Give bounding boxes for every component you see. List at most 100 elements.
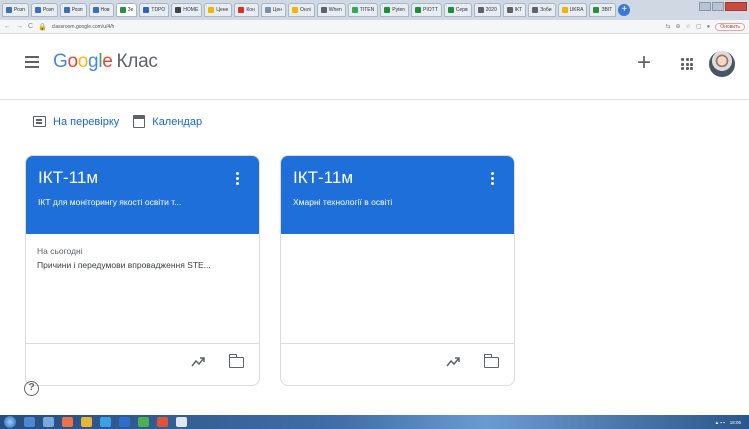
- media-icon[interactable]: [62, 417, 73, 427]
- tab-label: Розп: [42, 7, 54, 13]
- address-bar: ← → C 🔒 classroom.google.com/u/4/h ⇆ ⊕ ☆…: [0, 20, 749, 34]
- browser-tab[interactable]: When: [316, 3, 346, 17]
- lock-icon: 🔒: [38, 23, 47, 31]
- start-button[interactable]: [4, 416, 16, 428]
- browser-tab[interactable]: Онлі: [288, 3, 315, 17]
- folder-icon[interactable]: [483, 354, 499, 368]
- class-card-body: На сьогодні Причини і передумови впровад…: [26, 234, 259, 344]
- browser-tab[interactable]: Нов: [88, 3, 114, 17]
- trending-icon[interactable]: [191, 356, 205, 368]
- class-section: ІКТ для моніторингу якості освіти т...: [38, 197, 182, 207]
- calendar-link[interactable]: Календар: [133, 115, 202, 128]
- google-apps-icon[interactable]: [681, 58, 693, 70]
- system-tray: ▲ ▪ ▪ 18:05: [715, 420, 741, 425]
- profile-icon[interactable]: ●: [707, 24, 711, 30]
- browser-tab[interactable]: Розп: [30, 3, 58, 17]
- browser-tab[interactable]: HOME: [171, 3, 203, 17]
- browser-tab[interactable]: Серв: [443, 3, 472, 17]
- browser-tab[interactable]: PIOTT: [411, 3, 442, 17]
- tab-label: Pyten: [392, 7, 406, 13]
- class-card-footer: [26, 343, 259, 385]
- extension-icon[interactable]: ▢: [696, 23, 702, 30]
- class-section: Хмарні технології в освіті: [293, 197, 393, 207]
- class-title[interactable]: ІКТ-11м: [293, 168, 502, 188]
- tab-label: When: [328, 7, 342, 13]
- class-title[interactable]: ІКТ-11м: [38, 168, 247, 188]
- tab-favicon-icon: [34, 7, 41, 13]
- account-avatar[interactable]: [709, 51, 735, 77]
- tab-favicon-icon: [415, 7, 422, 13]
- explorer-icon[interactable]: [24, 417, 35, 427]
- tab-label: ЗВІТ: [601, 7, 613, 13]
- close-window-button[interactable]: [725, 2, 747, 11]
- star-icon[interactable]: ☆: [686, 23, 691, 30]
- url-field[interactable]: classroom.google.com/u/4/h: [52, 24, 115, 30]
- more-options-icon[interactable]: [491, 172, 494, 185]
- tab-label: Розп: [71, 7, 83, 13]
- browser-tab[interactable]: ІКТ: [502, 3, 527, 17]
- maximize-button[interactable]: [712, 2, 724, 11]
- tab-favicon-icon: [6, 7, 12, 13]
- tab-favicon-icon: [119, 7, 126, 13]
- browser-tab[interactable]: ЗВІТ: [589, 3, 617, 17]
- tab-favicon-icon: [92, 7, 99, 13]
- browser-tab[interactable]: TDPO: [139, 3, 170, 17]
- class-card-footer: [281, 343, 514, 385]
- tab-favicon-icon: [477, 7, 484, 13]
- class-card-header[interactable]: ІКТ-11м Хмарні технології в освіті: [281, 156, 514, 234]
- back-icon[interactable]: ←: [4, 23, 11, 30]
- tab-label: Цене: [216, 7, 229, 13]
- browser-tab[interactable]: Цене: [204, 3, 233, 17]
- browser-tab[interactable]: Зе: [115, 3, 138, 17]
- update-browser-button[interactable]: Оновить: [715, 22, 745, 31]
- due-assignment-link[interactable]: Причини і передумови впровадження STE...: [37, 260, 248, 270]
- tray-icons[interactable]: ▲ ▪ ▪: [715, 420, 725, 425]
- browser-tab[interactable]: Розп: [2, 3, 29, 17]
- browser-tab[interactable]: 2020: [473, 3, 501, 17]
- browser-tab[interactable]: Кон: [234, 3, 259, 17]
- new-tab-button[interactable]: +: [618, 4, 631, 16]
- tab-favicon-icon: [351, 7, 358, 13]
- main-menu-icon[interactable]: [25, 56, 39, 68]
- tab-favicon-icon: [208, 7, 215, 13]
- browser-tab[interactable]: UKRA: [557, 3, 588, 17]
- class-card[interactable]: ІКТ-11м Хмарні технології в освіті: [280, 155, 515, 386]
- google-classroom-logo[interactable]: Google Клас: [53, 51, 158, 73]
- tab-favicon-icon: [593, 7, 600, 13]
- browser-tab[interactable]: Розп: [59, 3, 87, 17]
- ie-icon[interactable]: [100, 417, 111, 427]
- tab-label: TDPO: [151, 7, 166, 13]
- tab-label: Кон: [246, 7, 255, 13]
- to-review-label: На перевірку: [53, 115, 120, 128]
- tab-favicon-icon: [292, 7, 299, 13]
- chrome-icon[interactable]: [81, 417, 92, 427]
- tab-favicon-icon: [143, 7, 150, 13]
- browser-tab[interactable]: TITEN: [347, 3, 379, 17]
- class-card[interactable]: ІКТ-11м ІКТ для моніторингу якості освіт…: [25, 155, 260, 386]
- folder-icon[interactable]: [228, 354, 244, 368]
- tab-label: Зоби: [540, 7, 552, 13]
- opera-icon[interactable]: [157, 417, 168, 427]
- calendar-icon: [133, 115, 146, 128]
- browser-tab[interactable]: Цен: [260, 3, 287, 17]
- app-icon[interactable]: [138, 417, 149, 427]
- word-icon[interactable]: [119, 417, 130, 427]
- class-card-header[interactable]: ІКТ-11м ІКТ для моніторингу якості освіт…: [26, 156, 259, 234]
- reload-icon[interactable]: C: [28, 23, 33, 30]
- tab-favicon-icon: [63, 7, 70, 13]
- browser-tab-strip: Розп Розп Розп Нов Зе TDPO HOME Цене Кон Цен Онлі W…: [0, 0, 749, 20]
- zoom-icon[interactable]: ⊕: [676, 23, 681, 30]
- browser-tab[interactable]: Зоби: [528, 3, 556, 17]
- add-class-icon[interactable]: +: [637, 51, 651, 75]
- to-review-link[interactable]: На перевірку: [33, 116, 119, 128]
- window-icon[interactable]: [176, 417, 187, 427]
- files-icon[interactable]: [43, 417, 54, 427]
- minimize-button[interactable]: [699, 2, 711, 11]
- help-icon[interactable]: ?: [24, 381, 39, 396]
- tray-clock[interactable]: 18:05: [730, 420, 741, 425]
- trending-icon[interactable]: [446, 356, 460, 368]
- more-options-icon[interactable]: [236, 172, 239, 185]
- browser-tab[interactable]: Pyten: [380, 3, 410, 17]
- forward-icon[interactable]: →: [16, 23, 23, 30]
- translate-icon[interactable]: ⇆: [665, 23, 670, 30]
